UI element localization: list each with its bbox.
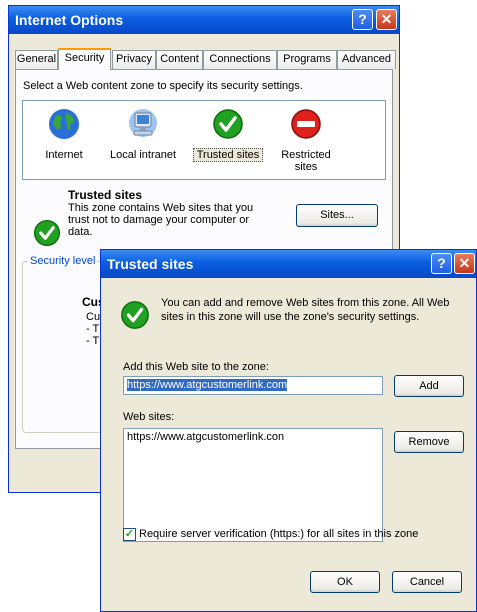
- green-check-icon: [33, 219, 61, 247]
- trusted-sites-dialog: Trusted sites ? ✕ You can add and remove…: [100, 249, 477, 612]
- custom-subtitle: Cu: [86, 311, 101, 323]
- security-level-label: Security level: [28, 255, 98, 267]
- cancel-button[interactable]: Cancel: [392, 571, 462, 593]
- zone-internet[interactable]: Internet: [35, 107, 93, 167]
- custom-line: - T: [86, 335, 100, 347]
- zone-restricted-sites[interactable]: Restricted sites: [275, 107, 337, 173]
- tab-general[interactable]: General: [15, 50, 58, 69]
- close-button[interactable]: ✕: [376, 9, 397, 30]
- green-check-icon: [121, 301, 149, 329]
- red-stop-icon: [291, 109, 321, 139]
- add-site-label: Add this Web site to the zone:: [123, 361, 269, 373]
- custom-line: - T: [86, 323, 100, 335]
- tab-content[interactable]: Content: [156, 50, 203, 69]
- internet-options-titlebar[interactable]: Internet Options: [9, 6, 399, 34]
- help-button[interactable]: ?: [431, 253, 452, 274]
- tab-connections[interactable]: Connections: [203, 50, 277, 69]
- tab-programs[interactable]: Programs: [277, 50, 337, 69]
- computer-icon: [129, 109, 157, 137]
- zone-label: Internet: [45, 149, 83, 161]
- trusted-sites-titlebar[interactable]: Trusted sites: [101, 250, 476, 278]
- zone-prompt: Select a Web content zone to specify its…: [23, 80, 303, 92]
- websites-list[interactable]: https://www.atgcustomerlink.con: [123, 428, 383, 542]
- add-site-input[interactable]: https://www.atgcustomerlink.com: [123, 376, 383, 395]
- tab-security[interactable]: Security: [58, 48, 111, 70]
- zone-local-intranet[interactable]: Local intranet: [103, 107, 183, 167]
- require-https-checkbox[interactable]: ✓: [123, 528, 136, 541]
- add-button[interactable]: Add: [394, 375, 464, 397]
- zone-label: Restricted sites: [281, 149, 331, 173]
- remove-button[interactable]: Remove: [394, 431, 464, 453]
- add-site-value: https://www.atgcustomerlink.com: [127, 379, 288, 391]
- zone-list: Internet Local intranet Trusted sites Re…: [22, 100, 386, 180]
- close-button[interactable]: ✕: [454, 253, 475, 274]
- sites-button[interactable]: Sites...: [296, 204, 378, 227]
- desktop: { "internet_options": { "title": "Intern…: [0, 0, 477, 612]
- list-item[interactable]: https://www.atgcustomerlink.con: [127, 431, 379, 443]
- help-button[interactable]: ?: [352, 9, 373, 30]
- window-title: Internet Options: [15, 12, 124, 28]
- zone-description: This zone contains Web sites that you tr…: [68, 202, 254, 238]
- zone-label-selected: Trusted sites: [193, 148, 263, 162]
- info-text: You can add and remove Web sites from th…: [161, 297, 450, 323]
- zone-title: Trusted sites: [68, 188, 143, 202]
- zone-label: Local intranet: [109, 149, 177, 161]
- zone-trusted-sites[interactable]: Trusted sites: [193, 107, 263, 167]
- tab-advanced[interactable]: Advanced: [337, 50, 396, 69]
- require-https-label: Require server verification (https:) for…: [139, 528, 419, 540]
- globe-icon: [49, 109, 79, 139]
- green-check-icon: [213, 109, 243, 139]
- websites-label: Web sites:: [123, 411, 175, 423]
- tab-privacy[interactable]: Privacy: [112, 50, 156, 69]
- ok-button[interactable]: OK: [310, 571, 380, 593]
- dialog-title: Trusted sites: [107, 256, 194, 272]
